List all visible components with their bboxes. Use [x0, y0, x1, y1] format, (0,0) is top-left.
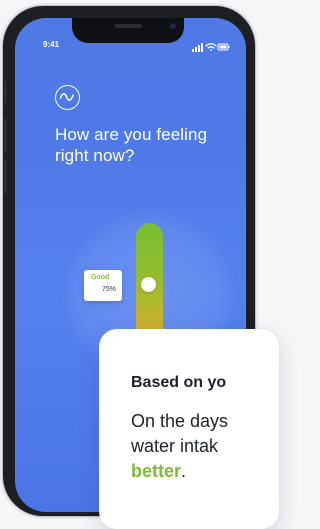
insight-line-3: better. [131, 459, 279, 484]
insight-card: Based on yo On the days water intak bett… [99, 329, 279, 529]
wifi-icon [205, 43, 217, 51]
insight-body: On the days water intak better. [131, 409, 279, 484]
insight-title: Based on yo [131, 374, 227, 391]
cellular-signal-icon [192, 43, 203, 52]
phone-notch [72, 18, 184, 43]
silent-switch [4, 81, 7, 103]
status-icons [192, 39, 230, 52]
battery-icon [217, 43, 230, 51]
insight-ending: . [181, 461, 187, 481]
volume-down-button [4, 160, 7, 194]
insight-line-2: water intak [131, 436, 219, 456]
notch-speaker [115, 24, 142, 28]
mood-level-label: Good [91, 274, 110, 281]
insight-line-1: On the days [131, 411, 229, 431]
mood-level-card: Good 75% [84, 270, 122, 301]
mood-question-title: How are you feeling right now? [55, 125, 208, 165]
mood-level-percent: 75% [101, 286, 116, 293]
insight-highlight: better [131, 461, 182, 481]
status-time: 9:41 [43, 40, 60, 49]
waveform-circle-icon [55, 85, 80, 110]
mood-slider-thumb[interactable] [141, 277, 156, 292]
volume-up-button [4, 118, 7, 152]
front-camera [170, 23, 176, 29]
